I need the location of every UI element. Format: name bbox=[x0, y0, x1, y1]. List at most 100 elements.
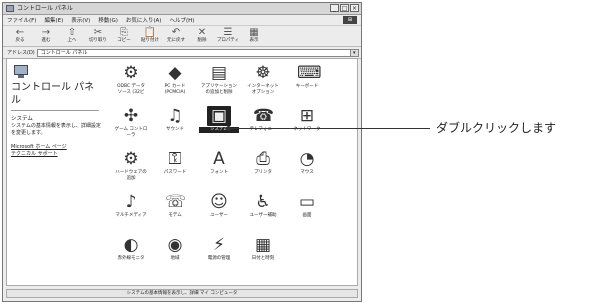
toolbar-label: 切り取り bbox=[89, 38, 107, 43]
cpl-item-accessibility[interactable]: ♿ ユーザー補助 bbox=[243, 192, 283, 230]
cpl-item-add-remove[interactable]: ▤ アプリケーション の追加と削除 bbox=[199, 63, 239, 101]
modems-icon: ☏ bbox=[165, 192, 187, 212]
cpl-item-label: 日付と時刻 bbox=[251, 256, 275, 261]
cpl-item-label: フォント bbox=[210, 170, 228, 175]
cpl-item-label: マウス bbox=[300, 170, 314, 175]
toolbar-button-forward[interactable]: → 進む bbox=[33, 27, 59, 46]
cpl-item-telephony[interactable]: ☎ テレフォニー bbox=[243, 106, 283, 144]
cut-icon: ✂ bbox=[93, 27, 103, 38]
folder-title: コントロール パネル bbox=[11, 82, 95, 106]
toolbar-button-undo[interactable]: ↶ 元に戻す bbox=[163, 27, 189, 46]
address-input[interactable]: コントロール パネル ▾ bbox=[36, 48, 359, 57]
address-value: コントロール パネル bbox=[40, 49, 88, 56]
cpl-item-label: ハードウェアの 追加 bbox=[115, 170, 147, 181]
views-icon: ▦ bbox=[249, 27, 259, 38]
control-panel-window: コントロール パネル _ □ × ファイル(F) 編集(E) 表示(V) 移動(… bbox=[2, 2, 362, 302]
toolbar-button-delete[interactable]: ✕ 削除 bbox=[189, 27, 215, 46]
cpl-item-system[interactable]: ▣ システム bbox=[199, 106, 239, 144]
content-pane: コントロール パネル システム システムの基本情報を表示し、詳細設定を変更します… bbox=[6, 58, 358, 286]
toolbar-button-back[interactable]: ← 戻る bbox=[7, 27, 33, 46]
toolbar-button-up[interactable]: ⇧ 上へ bbox=[59, 27, 85, 46]
cpl-item-label: プリンタ bbox=[254, 170, 272, 175]
menu-favorites[interactable]: お気に入り(A) bbox=[126, 16, 162, 24]
selected-item-heading: システム bbox=[11, 116, 33, 122]
forward-icon: → bbox=[41, 27, 51, 38]
chevron-down-icon[interactable]: ▾ bbox=[349, 49, 358, 56]
cpl-item-users[interactable]: ☺ ユーザー bbox=[199, 192, 239, 230]
toolbar-button-paste[interactable]: 📋 貼り付け bbox=[137, 27, 163, 46]
cpl-item-label: 画面 bbox=[302, 213, 312, 218]
close-button[interactable]: × bbox=[350, 4, 359, 12]
tech-support-link[interactable]: テクニカル サポート bbox=[11, 151, 103, 158]
cpl-item-network[interactable]: ⊞ ネットワーク bbox=[287, 106, 327, 144]
passwords-icon: ⚿ bbox=[168, 149, 182, 169]
maximize-button[interactable]: □ bbox=[340, 4, 349, 12]
cpl-item-fonts[interactable]: A フォント bbox=[199, 149, 239, 187]
cpl-item-odbc[interactable]: ⚙ ODBC データ ソース (32ビ bbox=[111, 63, 151, 101]
menu-view[interactable]: 表示(V) bbox=[71, 16, 90, 24]
toolbar-button-views[interactable]: ▦ 表示 bbox=[241, 27, 267, 46]
back-icon: ← bbox=[15, 27, 25, 38]
callout-text: ダブルクリックします bbox=[436, 121, 557, 135]
cpl-item-infrared[interactable]: ◐ 赤外線モニタ bbox=[111, 235, 151, 273]
toolbar-label: 表示 bbox=[249, 38, 259, 43]
cpl-item-label: 電源の管理 bbox=[207, 256, 231, 261]
toolbar-button-copy[interactable]: ⎘ コピー bbox=[111, 27, 137, 46]
copy-icon: ⎘ bbox=[120, 27, 128, 38]
multimedia-icon: ♪ bbox=[125, 192, 137, 212]
date-time-icon: ▦ bbox=[254, 235, 272, 255]
toolbar-label: 進む bbox=[41, 38, 51, 43]
cpl-item-mouse[interactable]: ◔ マウス bbox=[287, 149, 327, 187]
cpl-item-modems[interactable]: ☏ モデム bbox=[155, 192, 195, 230]
menu-help[interactable]: ヘルプ(H) bbox=[169, 16, 194, 24]
delete-icon: ✕ bbox=[197, 27, 207, 38]
cpl-item-label: アプリケーション の追加と削除 bbox=[201, 84, 237, 95]
cpl-item-label: インターネット オプション bbox=[247, 84, 279, 95]
cpl-item-date-time[interactable]: ▦ 日付と時刻 bbox=[243, 235, 283, 273]
cpl-item-power[interactable]: ⚡ 電源の管理 bbox=[199, 235, 239, 273]
window-title: コントロール パネル bbox=[17, 5, 73, 12]
cpl-item-multimedia[interactable]: ♪ マルチメディア bbox=[111, 192, 151, 230]
control-panel-large-icon bbox=[14, 65, 28, 79]
toolbar-button-cut[interactable]: ✂ 切り取り bbox=[85, 27, 111, 46]
toolbar-label: 元に戻す bbox=[167, 38, 185, 43]
cpl-item-printers[interactable]: ⎙ プリンタ bbox=[243, 149, 283, 187]
title-bar: コントロール パネル _ □ × bbox=[3, 3, 361, 15]
internet-options-icon: ☸ bbox=[255, 63, 271, 83]
sound-icon: ♫ bbox=[167, 106, 183, 126]
window-buttons: _ □ × bbox=[330, 4, 359, 12]
cpl-item-label: モデム bbox=[168, 213, 182, 218]
properties-icon: ☰ bbox=[223, 27, 233, 38]
cpl-item-label: PC カード (PCMCIA) bbox=[164, 84, 186, 95]
cpl-item-label: ゲーム コントロ ーラ bbox=[114, 127, 148, 138]
cpl-item-display[interactable]: ▭ 画面 bbox=[287, 192, 327, 230]
menu-go[interactable]: 移動(G) bbox=[98, 16, 118, 24]
menu-file[interactable]: ファイル(F) bbox=[7, 16, 36, 24]
cpl-item-label: パスワード bbox=[163, 170, 187, 175]
cpl-item-passwords[interactable]: ⚿ パスワード bbox=[155, 149, 195, 187]
cpl-item-game-controllers[interactable]: ✣ ゲーム コントロ ーラ bbox=[111, 106, 151, 144]
cpl-item-pc-card[interactable]: ◆ PC カード (PCMCIA) bbox=[155, 63, 195, 101]
odbc-icon: ⚙ bbox=[123, 63, 139, 83]
minimize-button[interactable]: _ bbox=[330, 4, 339, 12]
power-icon: ⚡ bbox=[213, 235, 225, 255]
cpl-item-internet-options[interactable]: ☸ インターネット オプション bbox=[243, 63, 283, 101]
pc-card-icon: ◆ bbox=[168, 63, 182, 83]
cpl-item-label: サウンド bbox=[166, 127, 184, 132]
toolbar-button-properties[interactable]: ☰ プロパティ bbox=[215, 27, 241, 46]
callout-leader-line bbox=[228, 128, 430, 129]
toolbar-label: 戻る bbox=[15, 38, 25, 43]
keyboard-icon: ⌨ bbox=[297, 63, 322, 83]
cpl-item-label: ODBC データ ソース (32ビ bbox=[116, 84, 146, 95]
cpl-item-regional[interactable]: ◉ 地域 bbox=[155, 235, 195, 273]
add-hardware-icon: ⚙ bbox=[123, 149, 139, 169]
cpl-item-keyboard[interactable]: ⌨ キーボード bbox=[287, 63, 327, 101]
menu-edit[interactable]: 編集(E) bbox=[44, 16, 63, 24]
windows-logo-icon: ⊞ bbox=[343, 16, 357, 24]
address-label: アドレス(D) bbox=[7, 50, 35, 56]
cpl-item-sound[interactable]: ♫ サウンド bbox=[155, 106, 195, 144]
cpl-item-add-hardware[interactable]: ⚙ ハードウェアの 追加 bbox=[111, 149, 151, 187]
microsoft-home-link[interactable]: Microsoft ホーム ページ bbox=[11, 144, 103, 151]
divider bbox=[11, 110, 99, 111]
cpl-item-label: ユーザー bbox=[210, 213, 228, 218]
